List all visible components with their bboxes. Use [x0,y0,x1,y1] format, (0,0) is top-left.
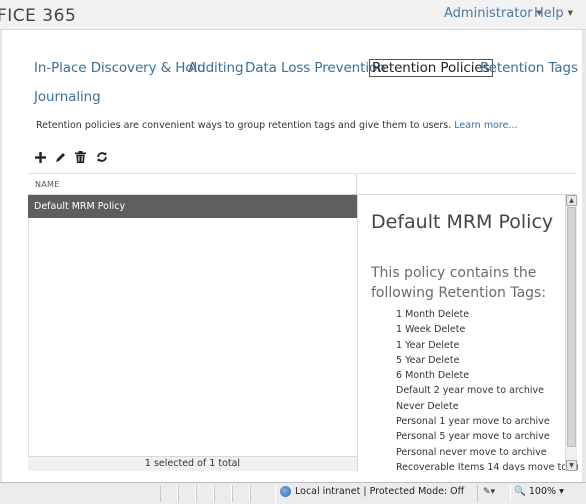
scroll-up-icon[interactable]: ▲ [566,195,577,206]
delete-button[interactable] [72,148,88,166]
refresh-button[interactable] [94,148,110,166]
list-item: Personal 5 year move to archive [396,431,550,443]
edit-button[interactable] [52,148,68,166]
details-subtitle: This policy contains the following Reten… [371,263,546,303]
refresh-icon [97,152,107,162]
status-cell [178,485,196,502]
list-item: Personal 1 year move to archive [396,416,550,428]
selection-count: 1 selected of 1 total [144,458,241,469]
details-pane: Default MRM Policy This policy contains … [357,195,578,471]
help-menu[interactable]: Help ▼ [534,6,573,21]
tab-auditing[interactable]: Auditing [188,60,244,76]
app-title: FICE 365 [0,6,77,26]
list-border [28,195,29,471]
status-cell [160,485,178,502]
frame-left-edge [0,30,2,482]
scrollbar-thumb[interactable] [567,207,576,447]
policy-name: Default MRM Policy [34,201,126,212]
list-item: 6 Month Delete [396,370,470,382]
browser-status-bar: Local intranet | Protected Mode: Off ✎▾ … [0,482,586,504]
table-row[interactable]: Default MRM Policy [28,195,357,218]
column-divider [356,174,357,195]
list-footer: 1 selected of 1 total [28,456,357,471]
chevron-down-icon: ▾ [559,486,564,497]
page-description: Retention policies are convenient ways t… [36,120,518,131]
learn-more-link[interactable]: Learn more... [454,120,517,131]
column-header-name[interactable]: NAME [35,180,60,189]
chevron-down-icon: ▼ [567,9,574,17]
status-cell [214,485,232,502]
status-cell [232,485,250,502]
details-subtitle-line1: This policy contains the [371,265,537,281]
details-subtitle-line2: following Retention Tags: [371,285,547,301]
list-item: Personal never move to archive [396,446,547,458]
retention-tag-list: 1 Month Delete 1 Week Delete 1 Year Dele… [396,307,578,471]
tab-journaling[interactable]: Journaling [34,89,101,105]
edit-icon [55,152,65,162]
description-text: Retention policies are convenient ways t… [36,120,452,131]
list-item: Recoverable Items 14 days move to archiv… [396,461,578,471]
details-title: Default MRM Policy [371,211,554,233]
tab-data-loss-prevention[interactable]: Data Loss Prevention [245,60,386,76]
list-item: 1 Week Delete [396,324,466,336]
tab-in-place-discovery-hold[interactable]: In-Place Discovery & Hold [34,60,206,76]
zoom-control[interactable]: 🔍 100% ▾ [514,486,564,497]
administrator-label: Administrator [444,6,533,21]
list-item: Default 2 year move to archive [396,385,544,397]
zoom-icon: 🔍 [514,486,526,497]
administrator-menu[interactable]: Administrator ▼ [444,6,542,21]
zoom-level: 100% [528,486,557,497]
security-zone[interactable]: Local intranet | Protected Mode: Off [280,486,464,497]
security-zone-label: Local intranet | Protected Mode: Off [295,486,465,497]
list-item: Never Delete [396,400,459,412]
add-button[interactable] [32,148,48,166]
tools-icon[interactable]: ✎▾ [483,487,495,497]
status-cell [196,485,214,502]
tab-retention-policies[interactable]: Retention Policies [369,59,493,77]
list-header: NAME [28,173,576,195]
details-scrollbar[interactable]: ▲ ▼ [565,195,577,471]
globe-icon [280,486,291,497]
list-item: 5 Year Delete [396,354,460,366]
frame-right-edge [582,30,586,482]
add-icon [34,151,46,163]
delete-icon [74,151,86,163]
top-bar: FICE 365 Administrator ▼ Help ▼ [0,0,586,30]
status-cell [250,485,276,502]
list-item: 1 Year Delete [396,339,460,351]
help-label: Help [534,6,564,21]
tab-retention-tags[interactable]: Retention Tags [480,60,578,76]
list-item: 1 Month Delete [396,309,470,320]
scroll-down-icon[interactable]: ▼ [566,460,577,471]
